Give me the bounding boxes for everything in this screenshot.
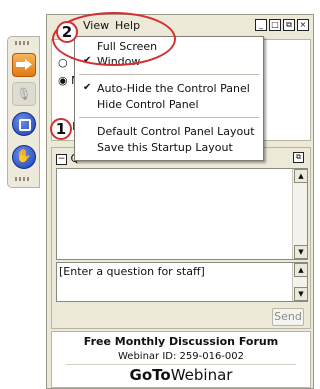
question-input-scrollbar[interactable]: ▲ ▼ (292, 263, 308, 301)
webinar-info-footer: Free Monthly Discussion Forum Webinar ID… (51, 331, 311, 388)
scroll-up-arrow-icon[interactable]: ▲ (294, 169, 308, 183)
control-panel-grab-tab[interactable]: 🎙 ✋ (7, 36, 40, 188)
menu-item-auto-hide[interactable]: Auto-Hide the Control Panel (97, 82, 250, 95)
menu-separator (79, 74, 259, 75)
microphone-button[interactable]: 🎙 (12, 82, 36, 106)
question-input[interactable]: [Enter a question for staff] ▲ ▼ (56, 262, 308, 302)
microphone-icon: 🎙 (16, 87, 32, 101)
raise-hand-button[interactable]: ✋ (12, 145, 36, 169)
questions-panel: − Q ⧉ ▲ ▼ [Enter a question for staff] ▲… (51, 147, 311, 329)
input-scroll-up-arrow-icon[interactable]: ▲ (294, 263, 308, 277)
logo-regular-part: Webinar (170, 366, 233, 384)
gotowebinar-logo: GoToWebinar (52, 366, 310, 384)
window-buttons: _ □ ⧉ × (255, 19, 309, 31)
callout-number-1: 1 (50, 118, 72, 140)
arrow-right-icon (16, 59, 32, 70)
menu-item-default-layout[interactable]: Default Control Panel Layout (97, 125, 255, 138)
grip-handle-top[interactable] (15, 41, 30, 45)
show-hide-panel-arrow-button[interactable] (12, 53, 36, 77)
menu-separator (79, 117, 259, 118)
screen-share-button[interactable] (12, 112, 36, 136)
webinar-id: Webinar ID: 259-016-002 (117, 351, 244, 362)
send-button[interactable]: Send (272, 308, 304, 326)
hand-icon: ✋ (15, 149, 33, 164)
webinar-title: Free Monthly Discussion Forum (83, 335, 279, 348)
close-button[interactable]: × (297, 19, 309, 31)
footer-divider (66, 364, 296, 365)
questions-log[interactable]: ▲ ▼ (56, 168, 308, 260)
questions-log-scrollbar[interactable]: ▲ ▼ (292, 169, 308, 259)
checkmark-icon: ✔ (83, 82, 92, 93)
minimize-button[interactable]: _ (255, 19, 267, 31)
menu-item-save-startup-layout[interactable]: Save this Startup Layout (97, 141, 233, 154)
input-scroll-down-arrow-icon[interactable]: ▼ (294, 287, 308, 301)
screen-icon (19, 119, 31, 131)
menu-item-hide-control-panel[interactable]: Hide Control Panel (97, 98, 199, 111)
expand-questions-icon[interactable]: ⧉ (293, 152, 304, 163)
scroll-down-arrow-icon[interactable]: ▼ (294, 245, 308, 259)
grip-handle-bottom[interactable] (15, 177, 30, 181)
callout-number-2: 2 (56, 21, 78, 43)
collapse-icon[interactable]: − (56, 153, 67, 165)
question-input-placeholder: [Enter a question for staff] (59, 265, 205, 278)
popout-button[interactable]: ⧉ (283, 19, 295, 31)
logo-bold-part: GoTo (129, 366, 171, 384)
restore-button[interactable]: □ (269, 19, 281, 31)
